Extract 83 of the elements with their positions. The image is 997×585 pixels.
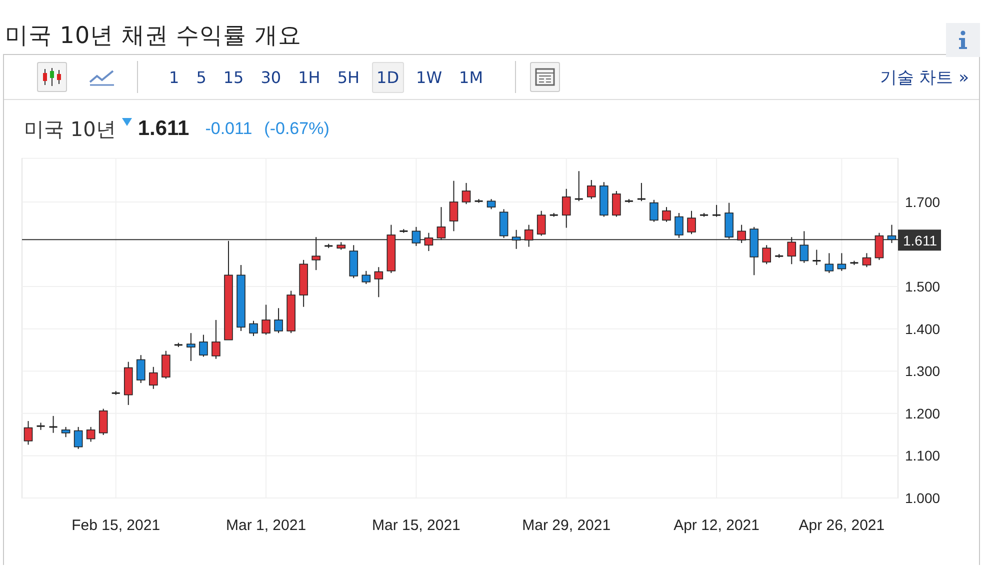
candlestick [249, 320, 258, 337]
candlestick [61, 426, 70, 438]
candlestick [162, 350, 170, 380]
candlestick [312, 236, 320, 271]
x-axis-label: Apr 26, 2021 [798, 517, 885, 534]
candlestick [136, 354, 146, 384]
candlestick [212, 319, 220, 360]
candlestick [587, 179, 596, 200]
candlestick [436, 206, 446, 241]
price-change: -0.011 [205, 119, 252, 139]
candlestick [650, 199, 658, 222]
technical-chart-link[interactable]: 기술 차트 » [880, 66, 969, 88]
candlestick [862, 252, 872, 268]
candlestick [524, 224, 534, 248]
candlestick [787, 236, 796, 265]
last-price: 1.611 [138, 117, 190, 141]
ref-line-label: 1.611 [903, 232, 938, 249]
candlestick [86, 426, 96, 442]
interval-tab[interactable]: 1W [411, 62, 448, 92]
candlestick [636, 182, 646, 202]
candlestick [74, 426, 83, 450]
candlestick-icon[interactable] [37, 62, 67, 92]
candlestick [562, 188, 571, 228]
candlestick [499, 208, 508, 238]
candlestick [674, 212, 684, 238]
candlestick [462, 182, 471, 205]
x-axis-label: Feb 15, 2021 [72, 517, 160, 534]
candlestick [149, 366, 158, 390]
candlestick [762, 244, 771, 265]
candlestick [824, 252, 834, 274]
y-axis-label: 1.200 [905, 405, 940, 422]
interval-tab[interactable]: 5 [191, 62, 212, 92]
y-axis-label: 1.300 [905, 363, 940, 380]
candlestick [574, 170, 584, 202]
candlestick [412, 226, 421, 246]
interval-tab[interactable]: 5H [332, 62, 365, 92]
info-button[interactable] [946, 23, 980, 57]
candlestick [98, 408, 108, 436]
interval-tab[interactable]: 15 [218, 62, 249, 92]
down-triangle-icon [122, 118, 132, 126]
candlestick [536, 210, 546, 236]
candlestick [424, 232, 434, 252]
x-axis-label: Mar 15, 2021 [372, 517, 460, 534]
candlestick [199, 334, 208, 358]
x-axis-label: Mar 1, 2021 [226, 517, 306, 534]
candlestick [887, 224, 896, 244]
candlestick [837, 252, 846, 272]
candlestick [274, 308, 283, 334]
percent-change: (-0.67%) [264, 119, 330, 139]
y-axis-label: 1.000 [905, 490, 940, 506]
candlestick [374, 266, 384, 298]
interval-tab[interactable]: 1 [164, 62, 184, 92]
candlestick [449, 180, 458, 232]
candlestick [812, 249, 822, 266]
candlestick [662, 206, 671, 222]
candlestick [262, 304, 270, 336]
candlestick [800, 230, 809, 264]
candlestick [612, 190, 621, 218]
x-axis-label: Apr 12, 2021 [674, 517, 760, 534]
interval-tab[interactable]: 30 [256, 62, 286, 92]
interval-tab[interactable]: 1H [293, 62, 326, 92]
last-price-marker: 1.611 [898, 230, 941, 251]
info-icon [957, 30, 969, 50]
y-axis-label: 1.100 [905, 448, 940, 464]
candlestick [737, 224, 746, 244]
candlestick [687, 210, 696, 235]
y-axis-label: 1.700 [905, 194, 940, 210]
layout-icon[interactable] [530, 62, 560, 92]
interval-tab[interactable]: 1M [454, 62, 488, 92]
page-title: 미국 10년 채권 수익률 개요 [5, 22, 302, 50]
candlestick [874, 232, 884, 260]
candlestick [24, 420, 33, 446]
y-axis-label: 1.500 [905, 278, 940, 295]
candlestick [512, 229, 521, 250]
x-axis-label: Mar 29, 2021 [522, 517, 611, 534]
candlestick [48, 415, 58, 434]
instrument-name: 미국 10년 [24, 116, 116, 142]
y-axis-label: 1.400 [905, 320, 940, 337]
candlestick [362, 270, 371, 285]
candlestick [486, 198, 496, 210]
interval-tab[interactable]: 1D [372, 62, 404, 92]
candlestick [712, 204, 722, 218]
candlestick [186, 332, 196, 362]
